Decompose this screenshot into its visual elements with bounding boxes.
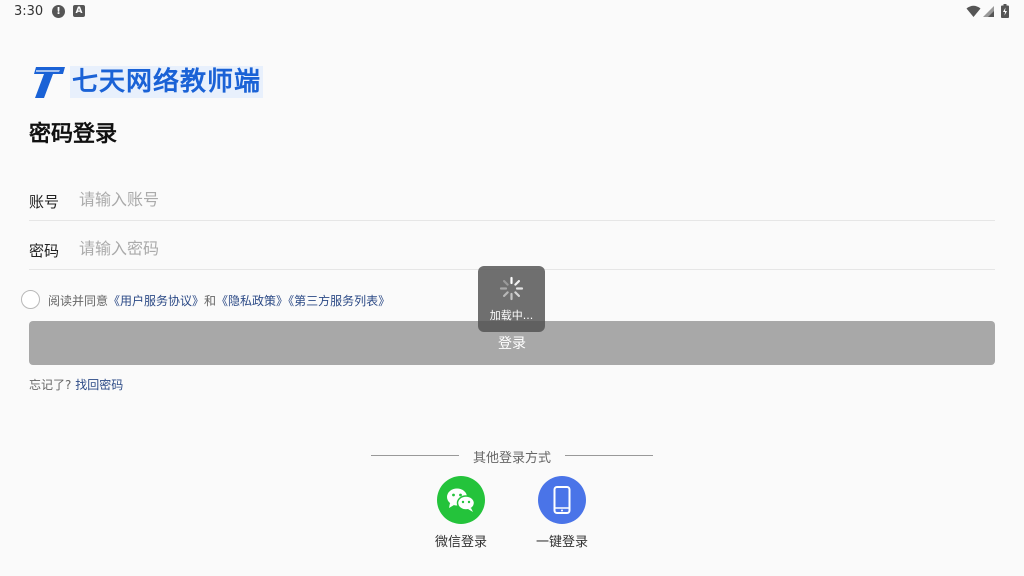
spinner-icon — [499, 276, 524, 301]
a-icon: A — [73, 5, 85, 17]
phone-icon — [538, 476, 586, 524]
login-screen: 3:30 ! A 七天网络教师端 密码登录 账号 密码 — [0, 0, 1024, 576]
user-agreement-link[interactable]: 《用户服务协议》 — [108, 294, 204, 308]
account-field-row: 账号 — [29, 171, 995, 221]
wechat-login-label: 微信登录 — [434, 535, 487, 550]
logo-mark-icon — [34, 67, 65, 98]
agreement-checkbox[interactable] — [21, 290, 40, 309]
forgot-prompt: 忘记了? — [29, 378, 72, 392]
account-label: 账号 — [29, 193, 60, 211]
loading-text: 加载中... — [489, 309, 534, 322]
password-field-row: 密码 — [29, 220, 995, 270]
loading-toast: 加载中... — [478, 266, 545, 332]
page-title: 密码登录 — [29, 122, 118, 147]
status-bar: 3:30 ! A — [0, 0, 1024, 24]
divider-line-right — [565, 455, 653, 456]
password-label: 密码 — [29, 242, 60, 260]
agreement-text: 阅读并同意《用户服务协议》和《隐私政策》《第三方服务列表》 — [48, 292, 390, 309]
account-input[interactable] — [77, 183, 961, 215]
wifi-icon — [966, 5, 981, 17]
recover-password-link[interactable]: 找回密码 — [75, 378, 123, 392]
wechat-login-button[interactable]: 微信登录 — [421, 476, 501, 550]
one-click-login-button[interactable]: 一键登录 — [522, 476, 602, 550]
one-click-login-label: 一键登录 — [535, 535, 588, 550]
agreement-prefix: 阅读并同意 — [48, 294, 109, 308]
logo-text: 七天网络教师端 — [70, 66, 264, 98]
status-time: 3:30 — [14, 4, 44, 19]
other-login-divider: 其他登录方式 — [371, 447, 653, 466]
password-input[interactable] — [77, 232, 961, 264]
forgot-password-row: 忘记了? 找回密码 — [29, 376, 123, 393]
alert-icon: ! — [52, 5, 65, 18]
signal-icon — [983, 6, 994, 17]
other-login-title: 其他登录方式 — [472, 451, 551, 466]
agreement-and: 和 — [204, 294, 217, 308]
wechat-icon — [437, 476, 485, 524]
privacy-policy-link[interactable]: 《隐私政策》 — [216, 294, 288, 308]
third-party-list-link[interactable]: 《第三方服务列表》 — [288, 294, 390, 308]
battery-icon — [1001, 4, 1009, 18]
